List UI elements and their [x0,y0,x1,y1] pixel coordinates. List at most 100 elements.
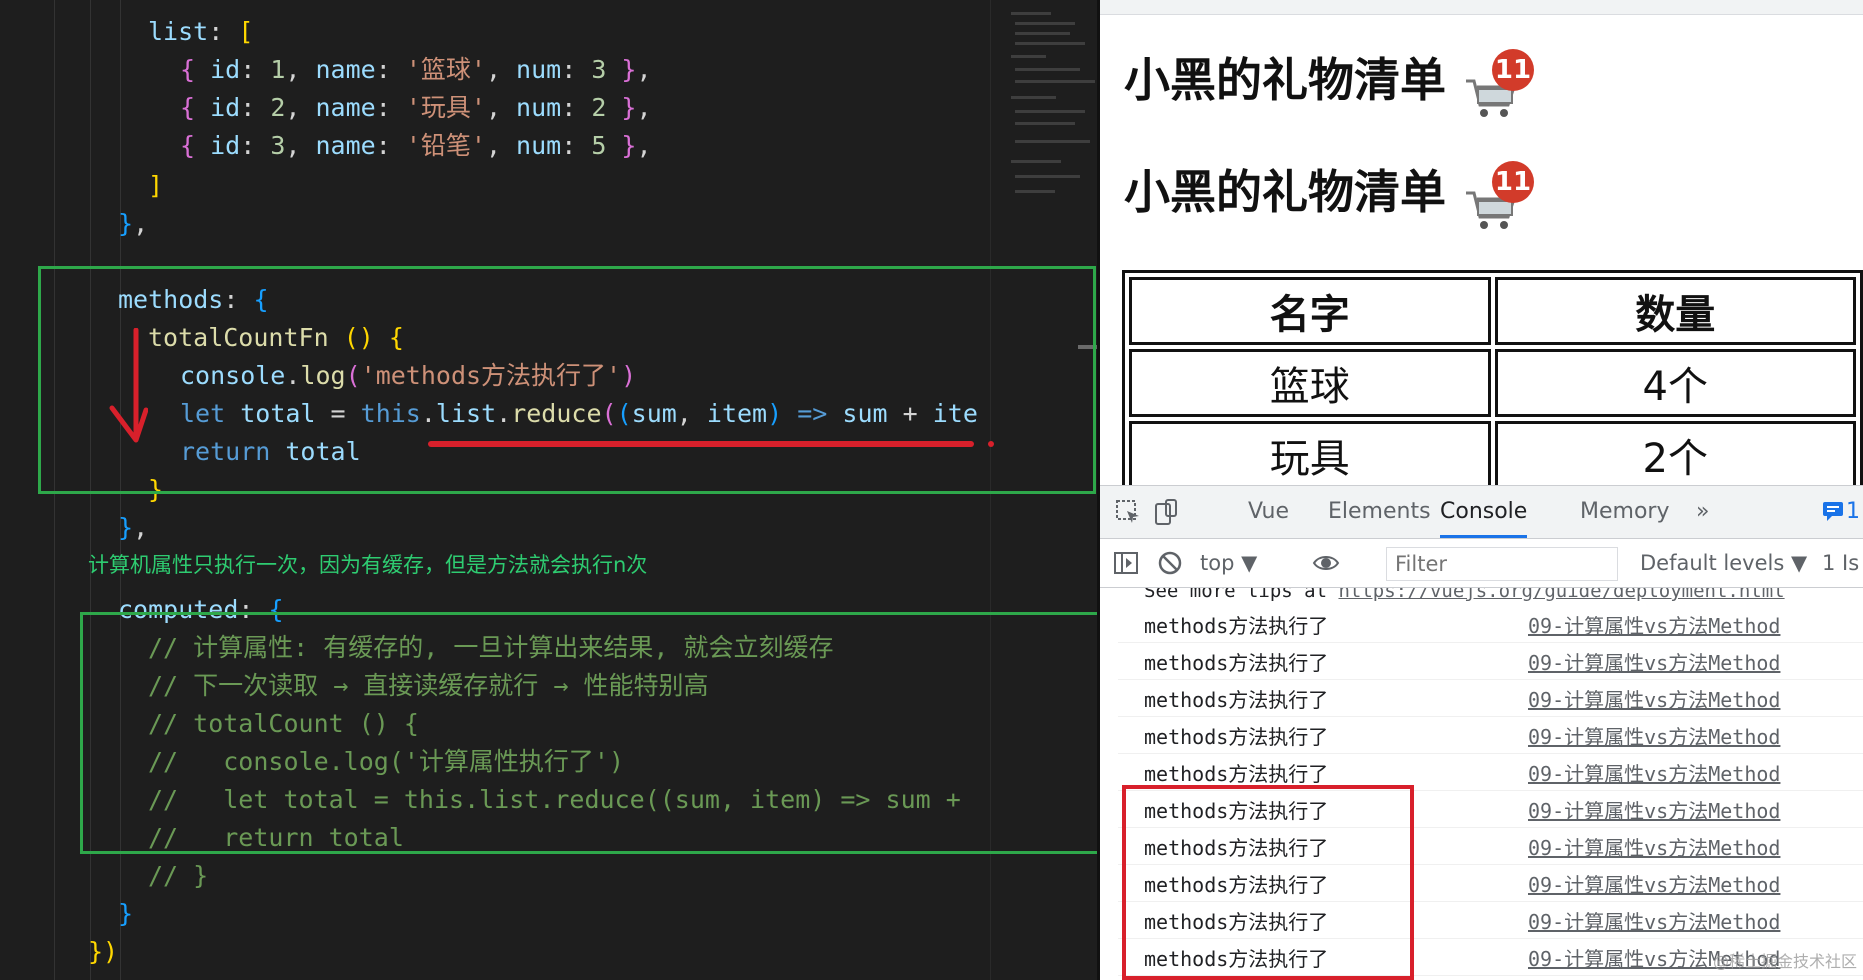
code-token: } [118,513,134,542]
tab-memory[interactable]: Memory [1580,486,1669,538]
code-line: ] [148,167,163,205]
code-token: { [180,93,211,122]
code-token: , [285,93,316,122]
clear-console-icon[interactable] [1156,549,1184,577]
log-source-link[interactable]: 09-计算属性vs方法Method [1528,685,1780,716]
code-line: }, [118,509,148,547]
code-token: [ [238,17,254,46]
eye-icon[interactable] [1312,549,1340,577]
code-line: { id: 3, name: '铅笔', num: 5 }, [180,127,652,165]
message-icon[interactable] [1822,500,1844,522]
code-token: 1 [270,55,286,84]
code-line: }) [88,933,118,971]
table-row: 篮球 4个 [1129,349,1856,417]
devtools-tabbar: Vue Elements Console Memory » 1 [1100,486,1863,539]
tab-console[interactable]: Console [1440,486,1528,538]
code-line: list: [ [148,13,253,51]
underline-dot [988,441,994,447]
reduce-underline [428,441,974,447]
console-log-row: methods方法执行了 09-计算属性vs方法Method [1118,685,1863,717]
code-token: : [561,55,592,84]
log-message: methods方法执行了 [1144,614,1329,638]
log-source-link[interactable]: 09-计算属性vs方法Method [1528,833,1780,864]
code-token: : [561,93,592,122]
code-line: { id: 1, name: '篮球', num: 3 }, [180,51,652,89]
code-token: : [375,55,406,84]
log-source-link[interactable]: 09-计算属性vs方法Method [1528,796,1780,827]
code-token: : [375,93,406,122]
inspect-icon[interactable] [1114,498,1142,526]
code-token: num [516,131,562,160]
code-token: , [485,131,517,160]
code-token: 3 [591,55,607,84]
code-token: } [118,209,134,238]
header-quantity: 数量 [1494,277,1856,345]
log-levels-dropdown[interactable]: Default levels ▼ [1640,539,1807,587]
filter-box [1386,547,1618,581]
cell-name: 玩具 [1129,421,1491,489]
console-toolbar: top ▼ Default levels ▼ 1 Is [1100,539,1863,588]
log-source-link[interactable]: 09-计算属性vs方法Method [1528,648,1780,679]
issues-counter[interactable]: 1 Is [1822,539,1859,587]
context-selector[interactable]: top ▼ [1200,539,1257,587]
cart-badge: 11 [1492,161,1534,203]
cell-quantity: 2个 [1494,421,1856,489]
code-token: id [210,131,241,160]
annotation-text: 计算机属性只执行一次，因为有缓存，但是方法就会执行n次 [88,553,648,577]
code-token: 2 [591,93,607,122]
context-label: top [1200,551,1235,575]
repeated-log-highlight-box [1122,785,1414,980]
code-token: list [148,17,209,46]
code-token: num [516,93,562,122]
console-log-row: methods方法执行了 09-计算属性vs方法Method [1118,722,1863,754]
log-source-link[interactable]: 09-计算属性vs方法Method [1528,722,1780,753]
code-token: , [636,131,652,160]
code-token: : [208,17,239,46]
log-message: methods方法执行了 [1144,688,1329,712]
code-token: } [606,131,637,160]
code-token: '玩具' [405,93,486,122]
code-line: // } [148,857,208,895]
tip-link[interactable]: https://vuejs.org/guide/deployment.html [1338,588,1784,602]
bookmarks-bar[interactable] [1100,0,1863,15]
header-name: 名字 [1129,277,1491,345]
sidebar-icon[interactable] [1112,549,1140,577]
log-source-link[interactable]: 09-计算属性vs方法Method [1528,611,1780,642]
log-message: methods方法执行了 [1144,651,1329,675]
code-token: } [606,93,637,122]
table-header-row: 名字 数量 [1129,277,1856,345]
device-toggle-icon[interactable] [1152,498,1180,526]
code-line: { id: 2, name: '玩具', num: 2 }, [180,89,652,127]
code-token: '铅笔' [405,131,486,160]
code-token: 2 [270,93,286,122]
log-source-link[interactable]: 09-计算属性vs方法Method [1528,907,1780,938]
code-token: id [210,93,241,122]
code-token: name [315,55,376,84]
tab-vue[interactable]: Vue [1248,486,1289,538]
filter-input[interactable] [1387,548,1607,580]
code-token: }) [88,937,119,966]
code-token: { [180,55,211,84]
page-content: 小黑的礼物清单 11 小黑的礼物清单 11 名字 数量 篮球 4个 玩具 2个 [1100,15,1863,496]
code-line: }, [118,205,148,243]
watermark: @稀土掘金技术社区 [1712,952,1857,971]
down-arrow-icon [109,328,148,443]
console-log-row: methods方法执行了 09-计算属性vs方法Method [1118,648,1863,680]
tip-text: See more tips at [1144,588,1339,602]
more-tabs-button[interactable]: » [1696,486,1709,538]
code-token: '篮球' [405,55,486,84]
cell-quantity: 4个 [1494,349,1856,417]
message-count[interactable]: 1 [1846,486,1860,538]
code-token: id [210,55,241,84]
tab-elements[interactable]: Elements [1328,486,1431,538]
log-source-link[interactable]: 09-计算属性vs方法Method [1528,759,1780,790]
log-source-link[interactable]: 09-计算属性vs方法Method [1528,870,1780,901]
code-token: , [636,93,652,122]
code-token: 3 [270,131,286,160]
code-token: , [485,93,517,122]
code-token: : [240,93,271,122]
code-editor[interactable]: list: [{ id: 1, name: '篮球', num: 3 },{ i… [0,0,1100,980]
code-token: : [240,55,271,84]
computed-highlight-box [80,612,1100,854]
code-token: 5 [591,131,607,160]
